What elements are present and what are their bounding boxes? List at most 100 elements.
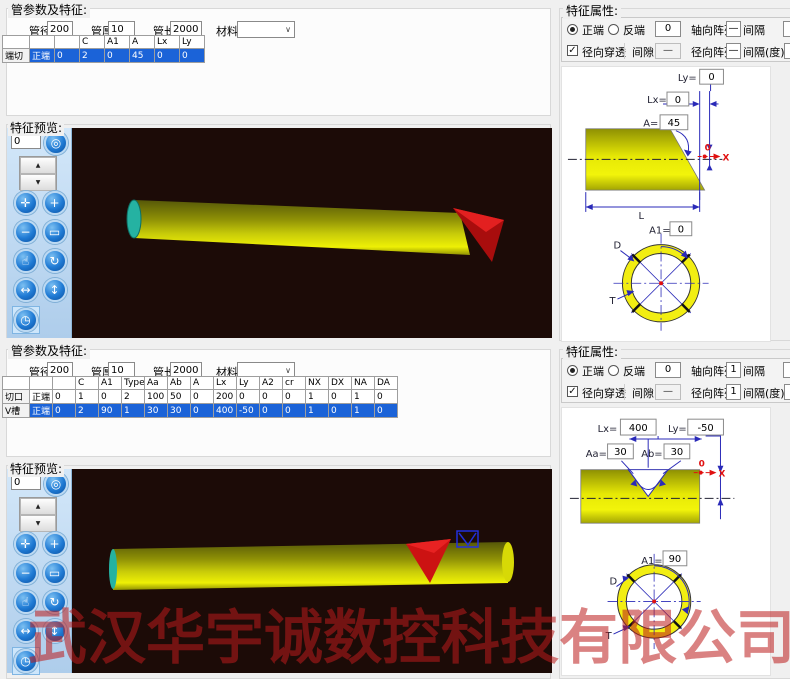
spacing-deg-input[interactable]	[784, 43, 790, 59]
table-cell[interactable]: 0	[105, 49, 130, 63]
zoom-out-button[interactable]: −	[14, 220, 38, 244]
table-cell[interactable]: 1	[306, 390, 329, 404]
table-cell[interactable]: 0	[53, 390, 76, 404]
table-row[interactable]: 切口正端01021005002000001010	[3, 390, 398, 404]
axial-array-input[interactable]: 1	[726, 362, 741, 378]
step-down-button[interactable]: ▼	[20, 174, 56, 191]
table-cell[interactable]: 0	[191, 390, 214, 404]
table-cell[interactable]: 0	[260, 404, 283, 418]
table-cell[interactable]: 2	[122, 390, 145, 404]
table-row[interactable]: V槽正端0290130300400-50001010	[3, 404, 398, 418]
feature-table[interactable]: CA1ALxLy端切正端0204500	[2, 35, 205, 63]
gap-input[interactable]: —	[655, 384, 681, 400]
zoom-in-button[interactable]: +	[43, 532, 67, 556]
step-up-button[interactable]: ▲	[20, 157, 56, 174]
table-cell[interactable]: 2	[76, 404, 99, 418]
measure-clock-button[interactable]: ◷	[14, 308, 38, 332]
Ly-value[interactable]: 0	[708, 72, 714, 83]
rotate-view-button[interactable]: ↻	[43, 249, 67, 273]
zoom-in-button[interactable]: +	[43, 191, 67, 215]
front-end-radio[interactable]	[567, 24, 578, 35]
front-end-radio[interactable]	[567, 365, 578, 376]
step-up-button[interactable]: ▲	[20, 498, 56, 515]
table-cell[interactable]: -50	[237, 404, 260, 418]
table-cell[interactable]: 0	[53, 404, 76, 418]
table-cell[interactable]: 0	[155, 49, 180, 63]
Ab-value[interactable]: 30	[671, 447, 684, 458]
table-cell[interactable]: 30	[168, 404, 191, 418]
table-cell[interactable]: 0	[180, 49, 205, 63]
table-cell[interactable]: 1	[352, 390, 375, 404]
A1-label: A1=	[649, 226, 670, 237]
table-cell[interactable]: 0	[329, 390, 352, 404]
Lx-label: Lx=	[598, 424, 618, 435]
A-value[interactable]: 45	[668, 118, 681, 129]
radial-pen-checkbox[interactable]: ✓	[567, 386, 578, 397]
table-cell[interactable]: 100	[145, 390, 168, 404]
table-cell[interactable]: 0	[99, 390, 122, 404]
feature-props-controls: 正端 反端 0 轴向阵列 — 间隔 ✓ 径向穿透 间隙 — 径向阵列 — 间隔(…	[561, 17, 790, 62]
hand-drag-button[interactable]: ☝	[14, 249, 38, 273]
pipe-3d-view[interactable]	[72, 128, 552, 338]
radial-array-input[interactable]: 1	[726, 384, 741, 400]
table-cell[interactable]: 0	[237, 390, 260, 404]
table-cell[interactable]: 0	[260, 390, 283, 404]
table-cell[interactable]: 0	[375, 390, 398, 404]
table-cell[interactable]: 0	[283, 390, 306, 404]
index-value-input[interactable]: 0	[655, 21, 681, 37]
Ly-label: Ly=	[678, 73, 697, 84]
A1-value[interactable]: 0	[678, 225, 684, 236]
row-header: V槽	[3, 404, 30, 418]
fit-vertical-button[interactable]: ↕	[43, 278, 67, 302]
step-down-button[interactable]: ▼	[20, 515, 56, 532]
feature-table-area: CA1TypeAaAbALxLyA2crNXDXNADA切口正端01021005…	[2, 376, 398, 418]
table-cell[interactable]: 0	[283, 404, 306, 418]
A1-value[interactable]: 90	[669, 554, 682, 565]
table-cell[interactable]: 1	[306, 404, 329, 418]
table-cell[interactable]: 正端	[30, 49, 55, 63]
column-header: Lx	[214, 377, 237, 390]
table-cell[interactable]: 正端	[30, 404, 53, 418]
table-cell[interactable]: 400	[214, 404, 237, 418]
table-row[interactable]: 端切正端0204500	[3, 49, 205, 63]
pan-button[interactable]: ✛	[14, 191, 38, 215]
table-cell[interactable]: 50	[168, 390, 191, 404]
table-cell[interactable]: 90	[99, 404, 122, 418]
select-rect-button[interactable]: ▭	[43, 561, 67, 585]
index-value-input[interactable]: 0	[655, 362, 681, 378]
column-header: Ab	[168, 377, 191, 390]
spacing-input[interactable]: 0	[783, 362, 790, 378]
table-cell[interactable]: 正端	[30, 390, 53, 404]
Lx-value[interactable]: 0	[675, 95, 681, 106]
table-cell[interactable]: 200	[214, 390, 237, 404]
zoom-out-button[interactable]: −	[14, 561, 38, 585]
spacing-input[interactable]	[783, 21, 790, 37]
Aa-value[interactable]: 30	[614, 447, 627, 458]
table-cell[interactable]: 1	[352, 404, 375, 418]
table-cell[interactable]: 1	[122, 404, 145, 418]
axial-array-input[interactable]: —	[726, 21, 741, 37]
back-end-radio[interactable]	[608, 24, 619, 35]
table-cell[interactable]: 1	[76, 390, 99, 404]
material-select[interactable]: ∨	[237, 21, 295, 38]
table-cell[interactable]: 45	[130, 49, 155, 63]
pan-button[interactable]: ✛	[14, 532, 38, 556]
table-cell[interactable]: 2	[80, 49, 105, 63]
gap-input[interactable]: —	[655, 43, 681, 59]
fit-horizontal-button[interactable]: ↔	[14, 278, 38, 302]
radial-array-input[interactable]: —	[726, 43, 741, 59]
radial-pen-checkbox[interactable]: ✓	[567, 45, 578, 56]
back-end-radio[interactable]	[608, 365, 619, 376]
table-cell[interactable]: 0	[55, 49, 80, 63]
preview-group-label: 特征预览:	[8, 460, 64, 477]
gap-label: 间隙	[632, 385, 654, 401]
feature-table[interactable]: CA1TypeAaAbALxLyA2crNXDXNADA切口正端01021005…	[2, 376, 398, 418]
table-cell[interactable]: 0	[375, 404, 398, 418]
spacing-deg-input[interactable]: 0	[784, 384, 790, 400]
select-rect-button[interactable]: ▭	[43, 220, 67, 244]
table-cell[interactable]: 0	[329, 404, 352, 418]
Lx-value[interactable]: 400	[629, 423, 648, 434]
table-cell[interactable]: 0	[191, 404, 214, 418]
table-cell[interactable]: 30	[145, 404, 168, 418]
Ly-value[interactable]: -50	[698, 423, 714, 434]
